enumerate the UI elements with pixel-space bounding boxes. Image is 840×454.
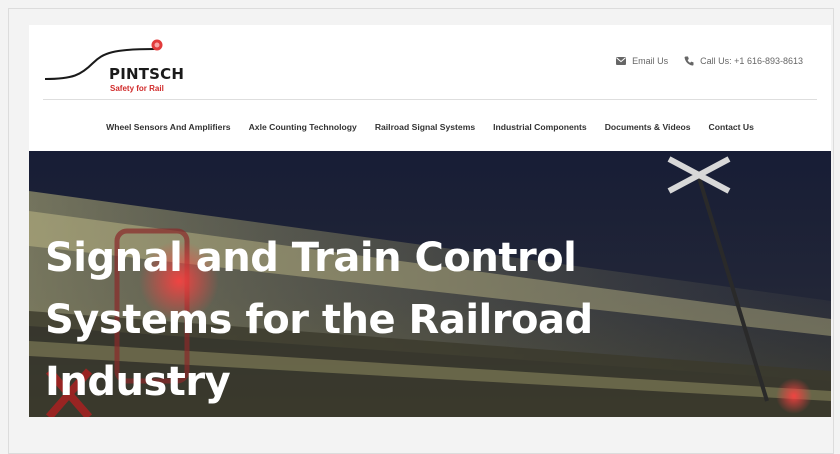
nav-documents-videos[interactable]: Documents & Videos [605,117,691,137]
hero-headline: Signal and Train Control Systems for the… [45,227,665,413]
hero-banner: Signal and Train Control Systems for the… [29,151,831,417]
nav-contact-us[interactable]: Contact Us [709,117,754,137]
main-nav: Wheel Sensors And Amplifiers Axle Counti… [29,117,831,137]
browser-viewport: PINTSCH Safety for Rail Email Us Call Us… [8,8,834,454]
phone-icon [684,56,694,66]
hero-headline-line-2: Systems for the Railroad [45,297,593,343]
call-us-link[interactable]: Call Us: +1 616-893-8613 [684,56,803,66]
nav-axle-counting[interactable]: Axle Counting Technology [249,117,357,137]
nav-industrial-components[interactable]: Industrial Components [493,117,587,137]
logo-wordmark: PINTSCH [109,65,185,83]
hero-headline-line-1: Signal and Train Control [45,235,577,281]
pintsch-logo[interactable]: PINTSCH Safety for Rail [43,33,203,93]
header-contact: Email Us Call Us: +1 616-893-8613 [616,56,803,66]
site-header: PINTSCH Safety for Rail Email Us Call Us… [29,25,831,151]
header-divider [43,99,817,100]
email-us-link[interactable]: Email Us [616,56,668,66]
envelope-icon [616,57,627,65]
logo-tagline: Safety for Rail [110,84,164,93]
web-page: PINTSCH Safety for Rail Email Us Call Us… [29,25,831,417]
email-us-label: Email Us [632,56,669,66]
nav-wheel-sensors[interactable]: Wheel Sensors And Amplifiers [106,117,230,137]
hero-headline-line-3: Industry [45,359,231,405]
nav-railroad-signal-systems[interactable]: Railroad Signal Systems [375,117,475,137]
call-us-label: Call Us: +1 616-893-8613 [700,56,803,66]
